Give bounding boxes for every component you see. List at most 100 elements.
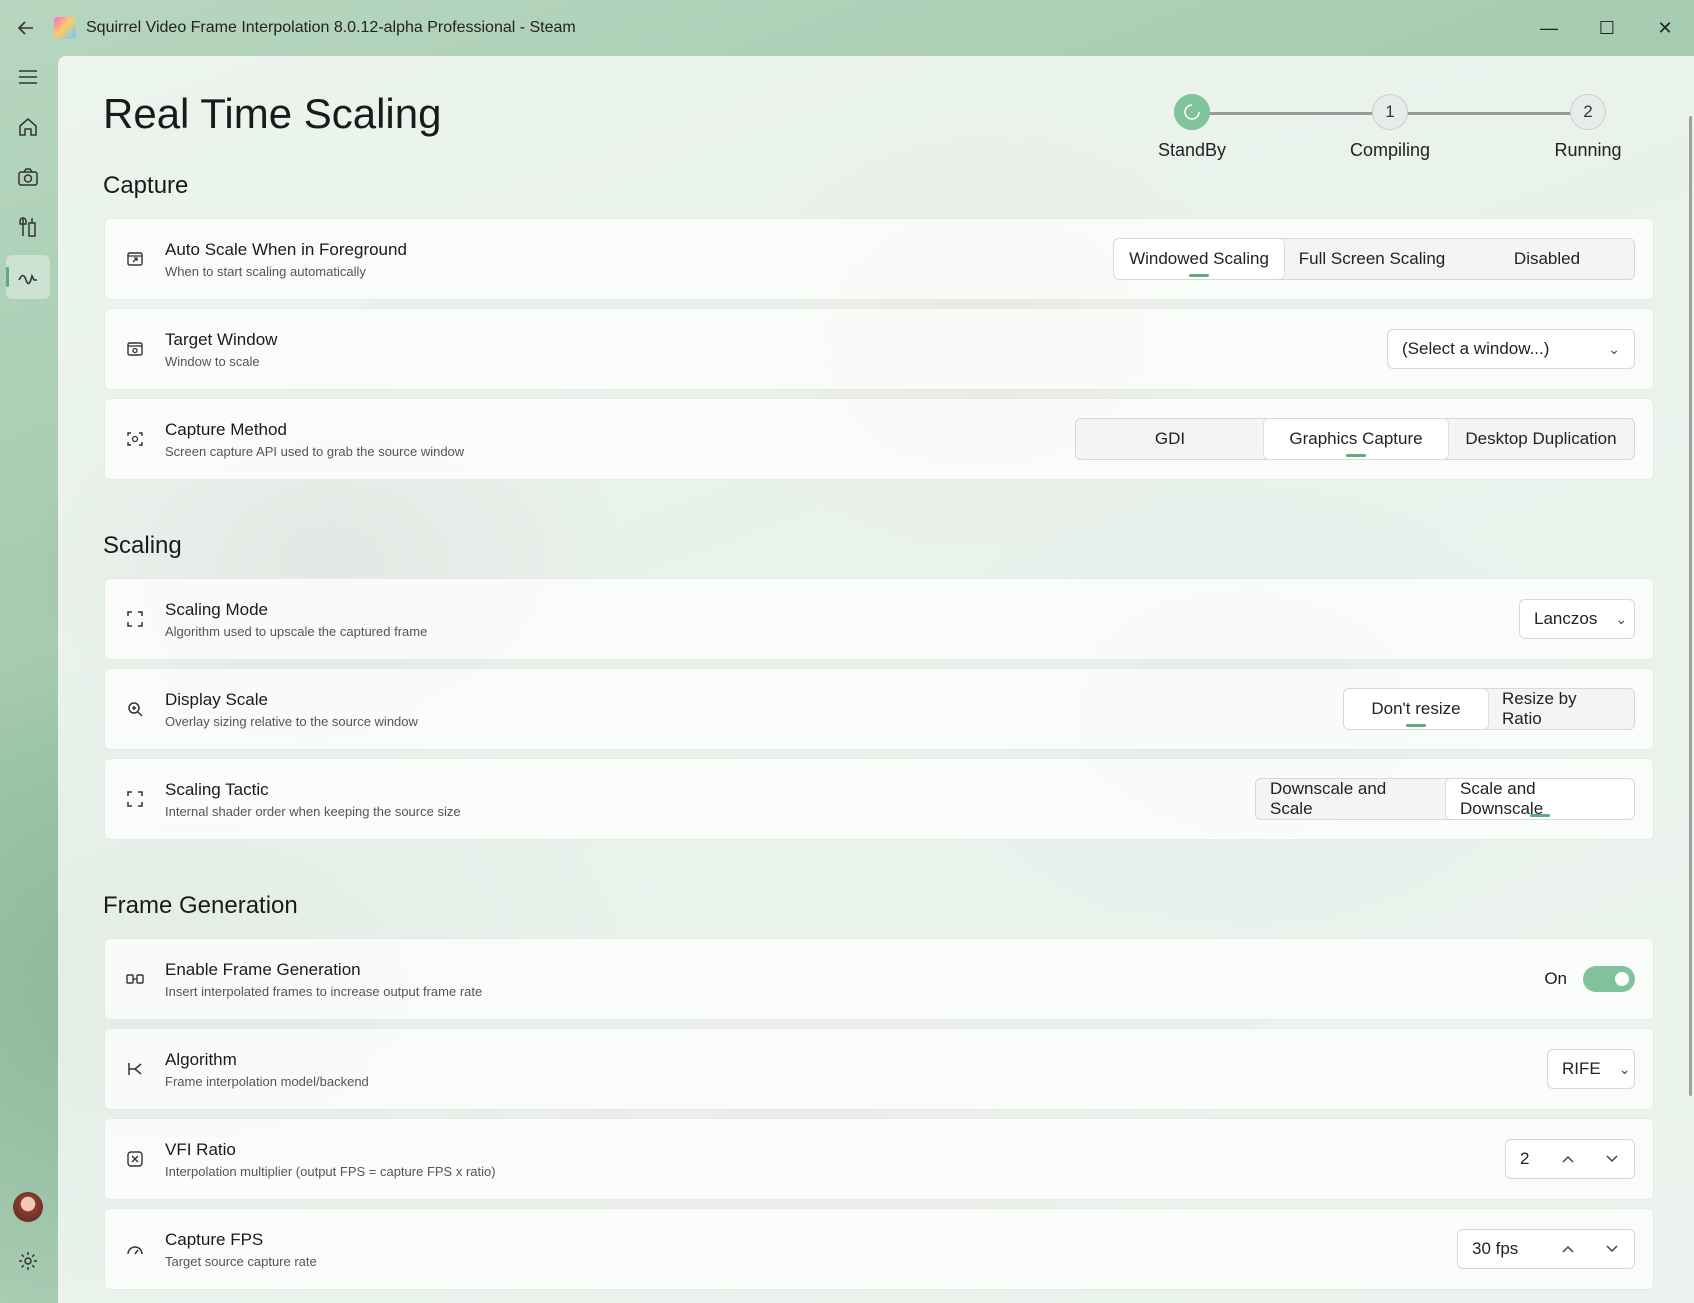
card-description: Insert interpolated frames to increase o… xyxy=(165,983,483,999)
zoom-in-icon xyxy=(128,702,143,717)
card-scaling-mode: Scaling Mode Algorithm used to upscale t… xyxy=(104,578,1654,660)
seg-downscale-and-scale[interactable]: Downscale and Scale xyxy=(1256,779,1446,819)
window-controls: — ☐ ✕ xyxy=(1520,4,1694,52)
card-label: Scaling Tactic xyxy=(165,779,269,799)
nav-settings[interactable] xyxy=(6,1239,50,1283)
display-scale-segmented: Don't resize Resize by Ratio xyxy=(1343,688,1635,730)
seg-gdi[interactable]: GDI xyxy=(1076,419,1264,459)
section-scaling-title: Scaling xyxy=(103,532,182,559)
chevron-up-icon xyxy=(1562,1245,1574,1253)
scaling-mode-dropdown[interactable]: Lanczos ⌄ xyxy=(1519,599,1635,639)
title-bar: Squirrel Video Frame Interpolation 8.0.1… xyxy=(0,0,1694,56)
section-frame-generation-title: Frame Generation xyxy=(103,892,298,919)
card-description: Interpolation multiplier (output FPS = c… xyxy=(165,1163,496,1179)
card-description: Window to scale xyxy=(165,353,260,369)
chevron-down-icon: ⌄ xyxy=(1615,610,1628,627)
maximize-button[interactable]: ☐ xyxy=(1578,4,1636,52)
card-label: Display Scale xyxy=(165,689,268,709)
seg-dont-resize[interactable]: Don't resize xyxy=(1344,689,1488,729)
gauge-icon xyxy=(127,1246,143,1255)
card-description: Target source capture rate xyxy=(165,1253,317,1269)
back-button[interactable] xyxy=(0,2,52,54)
back-arrow-icon xyxy=(17,21,33,35)
window-target-icon xyxy=(127,342,143,356)
close-button[interactable]: ✕ xyxy=(1636,4,1694,52)
step-compiling-node: 1 xyxy=(1372,94,1408,130)
page-title: Real Time Scaling xyxy=(103,90,442,137)
window-title: Squirrel Video Frame Interpolation 8.0.1… xyxy=(86,19,576,36)
vfi-ratio-number-box[interactable]: 2 xyxy=(1505,1139,1635,1179)
user-avatar[interactable] xyxy=(13,1192,43,1222)
card-description: Frame interpolation model/backend xyxy=(165,1073,369,1089)
nav-capture[interactable] xyxy=(6,155,50,199)
increment-button[interactable] xyxy=(1546,1140,1590,1178)
seg-scale-and-downscale[interactable]: Scale and Downscale xyxy=(1446,779,1634,819)
algorithm-dropdown[interactable]: RIFE ⌄ xyxy=(1547,1049,1635,1089)
seg-resize-by-ratio[interactable]: Resize by Ratio xyxy=(1488,689,1634,729)
clock-icon xyxy=(1184,104,1200,120)
minimize-icon: — xyxy=(1540,17,1558,38)
auto-scale-segmented: Windowed Scaling Full Screen Scaling Dis… xyxy=(1113,238,1635,280)
decrement-button[interactable] xyxy=(1590,1230,1634,1268)
window-arrow-icon xyxy=(127,252,143,266)
tools-icon xyxy=(19,217,36,237)
branch-icon xyxy=(128,1063,142,1075)
card-target-window: Target Window Window to scale (Select a … xyxy=(104,308,1654,390)
home-icon xyxy=(19,118,37,136)
capture-fps-number-box[interactable]: 30 fps xyxy=(1457,1229,1635,1269)
dropdown-value: Lanczos xyxy=(1534,609,1598,628)
realtime-icon xyxy=(18,273,37,285)
hamburger-menu-icon xyxy=(19,70,37,84)
screenshot-icon xyxy=(127,432,143,446)
content-panel: Real Time Scaling 1 2 StandBy Compiling … xyxy=(58,56,1694,1303)
number-value: 30 fps xyxy=(1472,1239,1519,1258)
seg-full-screen-scaling[interactable]: Full Screen Scaling xyxy=(1284,239,1460,279)
card-enable-frame-generation: Enable Frame Generation Insert interpola… xyxy=(104,938,1654,1020)
card-description: Screen capture API used to grab the sour… xyxy=(165,443,465,459)
step-compiling-label: Compiling xyxy=(1349,140,1431,160)
nav-menu-button[interactable] xyxy=(6,55,50,99)
card-auto-scale: Auto Scale When in Foreground When to st… xyxy=(104,218,1654,300)
step-standby-node xyxy=(1174,94,1210,130)
capture-method-segmented: GDI Graphics Capture Desktop Duplication xyxy=(1075,418,1635,460)
vertical-scrollbar[interactable] xyxy=(1689,116,1692,1096)
chevron-up-icon xyxy=(1562,1155,1574,1163)
nav-realtime-scaling[interactable] xyxy=(6,255,50,299)
step-connector xyxy=(1192,112,1372,115)
chevron-down-icon: ⌄ xyxy=(1618,1060,1631,1077)
scaling-tactic-segmented: Downscale and Scale Scale and Downscale xyxy=(1255,778,1635,820)
card-description: Overlay sizing relative to the source wi… xyxy=(165,713,418,729)
frames-icon xyxy=(126,974,144,984)
step-standby-label: StandBy xyxy=(1157,140,1227,160)
chevron-down-icon: ⌄ xyxy=(1608,340,1620,357)
enable-frame-generation-toggle[interactable] xyxy=(1583,966,1635,992)
increment-button[interactable] xyxy=(1546,1230,1590,1268)
toggle-state-label: On xyxy=(1544,969,1567,988)
seg-graphics-capture[interactable]: Graphics Capture xyxy=(1264,419,1448,459)
step-connector xyxy=(1390,112,1570,115)
card-algorithm: Algorithm Frame interpolation model/back… xyxy=(104,1028,1654,1110)
seg-desktop-duplication[interactable]: Desktop Duplication xyxy=(1448,419,1634,459)
card-label: Target Window xyxy=(165,329,278,349)
nav-home[interactable] xyxy=(6,105,50,149)
step-running-node: 2 xyxy=(1570,94,1606,130)
dropdown-value: (Select a window...) xyxy=(1402,339,1550,358)
chevron-down-icon xyxy=(1606,1155,1618,1163)
card-description: Internal shader order when keeping the s… xyxy=(165,803,461,819)
seg-disabled[interactable]: Disabled xyxy=(1460,239,1634,279)
fullscreen-icon xyxy=(127,611,143,627)
dropdown-value: RIFE xyxy=(1562,1059,1601,1078)
card-description: When to start scaling automatically xyxy=(165,263,366,279)
card-label: Enable Frame Generation xyxy=(165,959,361,979)
multiply-box-icon xyxy=(127,1151,143,1167)
section-capture-title: Capture xyxy=(103,172,189,199)
target-window-dropdown[interactable]: (Select a window...) ⌄ xyxy=(1387,329,1635,369)
navigation-rail xyxy=(0,52,56,1303)
minimize-button[interactable]: — xyxy=(1520,4,1578,52)
app-logo-icon xyxy=(54,17,76,39)
seg-windowed-scaling[interactable]: Windowed Scaling xyxy=(1114,239,1284,279)
card-scaling-tactic: Scaling Tactic Internal shader order whe… xyxy=(104,758,1654,840)
chevron-down-icon xyxy=(1606,1245,1618,1253)
decrement-button[interactable] xyxy=(1590,1140,1634,1178)
nav-tools[interactable] xyxy=(6,205,50,249)
